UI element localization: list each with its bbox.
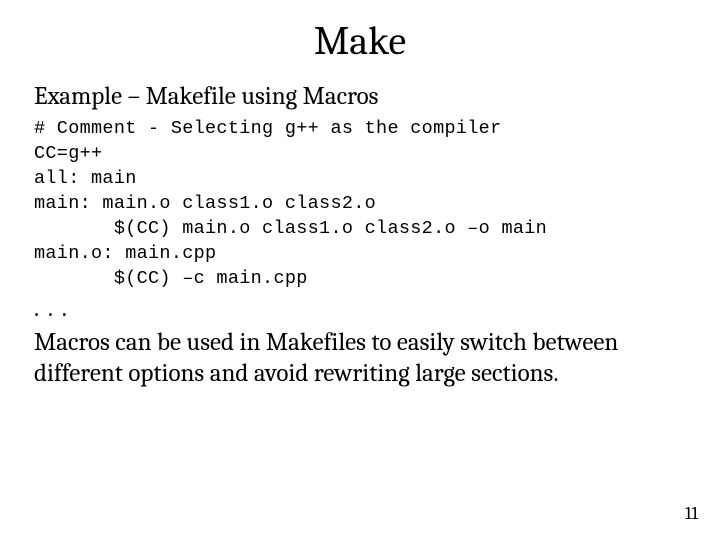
makefile-code-block: # Comment - Selecting g++ as the compile… (34, 117, 686, 292)
body-text: Macros can be used in Makefiles to easil… (34, 327, 686, 390)
ellipsis: . . . (34, 294, 686, 323)
slide-title: Make (34, 18, 686, 64)
page-number: 11 (685, 503, 698, 524)
example-subtitle: Example – Makefile using Macros (34, 82, 686, 111)
slide: Make Example – Makefile using Macros # C… (0, 0, 720, 540)
